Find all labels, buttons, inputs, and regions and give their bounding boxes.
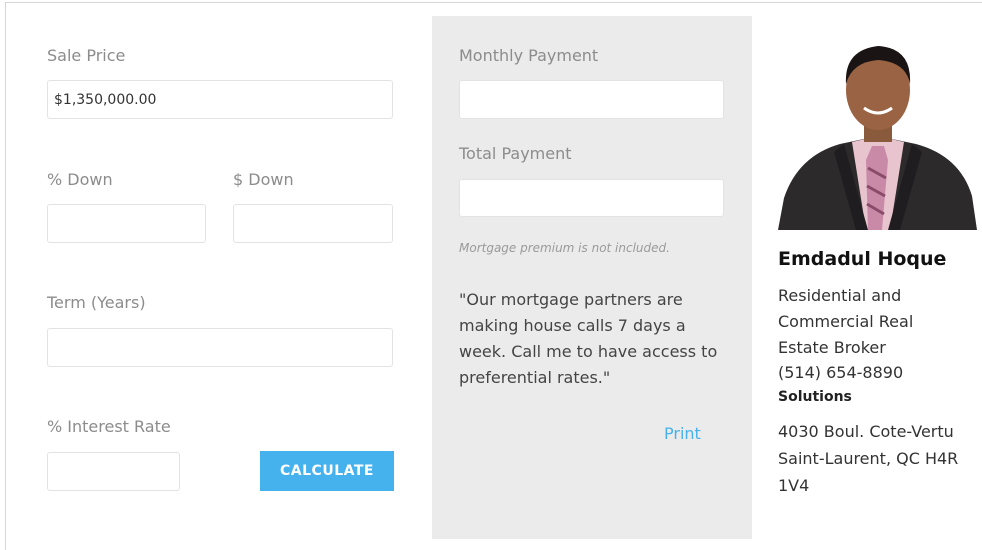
agent-photo <box>778 28 977 230</box>
mortgage-premium-note: Mortgage premium is not included. <box>459 241 670 255</box>
address-line-2: Saint-Laurent, QC H4R 1V4 <box>778 449 959 495</box>
pct-down-input[interactable] <box>47 204 206 243</box>
monthly-payment-label: Monthly Payment <box>459 46 599 65</box>
calculate-button[interactable]: CALCULATE <box>260 451 394 491</box>
pct-down-label: % Down <box>47 170 113 189</box>
agent-phone[interactable]: (514) 654-8890 <box>778 363 903 382</box>
sale-price-label: Sale Price <box>47 46 126 65</box>
term-input[interactable] <box>47 328 393 367</box>
total-payment-label: Total Payment <box>459 144 572 163</box>
broker-quote: "Our mortgage partners are making house … <box>459 290 718 387</box>
agent-title: Residential and Commercial Real Estate B… <box>778 286 914 357</box>
total-payment-output[interactable] <box>459 179 724 217</box>
sale-price-input[interactable] <box>47 80 393 119</box>
print-link[interactable]: Print <box>664 424 701 443</box>
agent-address: 4030 Boul. Cote-Vertu Saint-Laurent, QC … <box>778 418 978 499</box>
monthly-payment-output[interactable] <box>459 80 724 119</box>
amt-down-input[interactable] <box>233 204 393 243</box>
interest-rate-input[interactable] <box>47 452 180 491</box>
interest-rate-label: % Interest Rate <box>47 417 171 436</box>
term-label: Term (Years) <box>47 293 146 312</box>
agent-portrait-icon <box>778 28 977 230</box>
agent-company: Solutions <box>778 389 852 405</box>
amt-down-label: $ Down <box>233 170 294 189</box>
address-line-1: 4030 Boul. Cote-Vertu <box>778 422 954 441</box>
agent-name: Emdadul Hoque <box>778 248 947 270</box>
